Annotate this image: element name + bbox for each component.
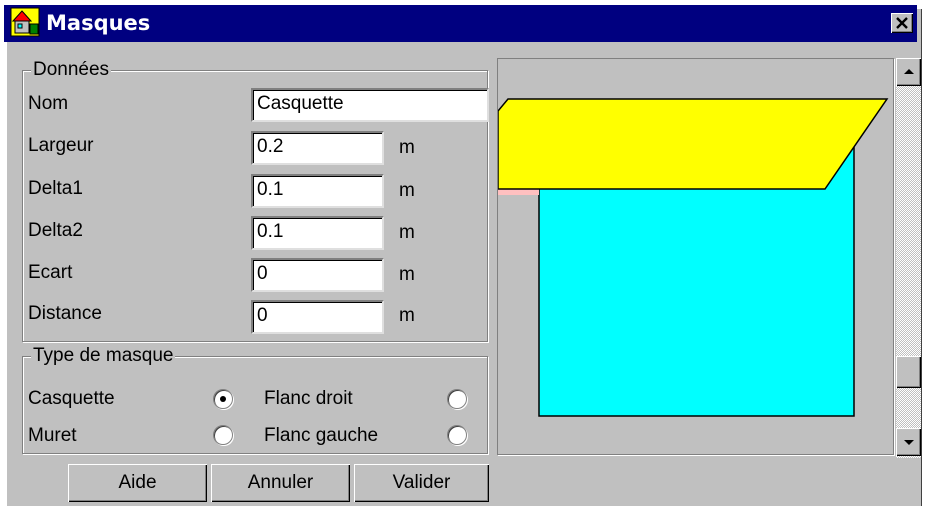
- app-icon: [10, 7, 40, 37]
- delta1-unit: m: [399, 180, 415, 201]
- mask-preview-drawing: [497, 98, 889, 417]
- nom-field[interactable]: Casquette: [251, 88, 489, 122]
- distance-unit: m: [399, 305, 415, 326]
- scroll-thumb[interactable]: [896, 356, 921, 388]
- largeur-label: Largeur: [28, 135, 94, 156]
- valider-button[interactable]: Valider: [354, 464, 489, 502]
- distance-field[interactable]: 0: [251, 300, 384, 334]
- delta2-unit: m: [399, 222, 415, 243]
- distance-label: Distance: [28, 303, 102, 324]
- close-button[interactable]: [891, 13, 913, 33]
- nom-label: Nom: [28, 93, 69, 114]
- preview-scrollbar[interactable]: [896, 58, 921, 458]
- type-masque-legend: Type de masque: [31, 345, 176, 367]
- ecart-unit: m: [399, 264, 415, 285]
- radio-flanc-gauche[interactable]: [447, 425, 467, 445]
- largeur-unit: m: [399, 137, 415, 158]
- largeur-field[interactable]: 0.2: [251, 131, 384, 165]
- window-title: Masques: [46, 11, 151, 35]
- radio-casquette[interactable]: [213, 389, 233, 409]
- scroll-down-icon: [904, 440, 914, 445]
- preview-panel: [497, 58, 894, 455]
- radio-label-flanc-droit: Flanc droit: [264, 388, 353, 409]
- scroll-up-icon: [904, 69, 914, 74]
- radio-label-flanc-gauche: Flanc gauche: [264, 425, 379, 446]
- annuler-button[interactable]: Annuler: [211, 464, 350, 502]
- delta2-field[interactable]: 0.1: [251, 216, 384, 250]
- casquette-visor-shape: [497, 98, 889, 190]
- delta1-field[interactable]: 0.1: [251, 174, 384, 208]
- donnees-legend: Données: [31, 59, 112, 81]
- radio-label-casquette: Casquette: [28, 388, 115, 409]
- delta2-label: Delta2: [28, 220, 83, 241]
- title-bar[interactable]: Masques: [4, 5, 917, 42]
- radio-flanc-droit[interactable]: [447, 389, 467, 409]
- scroll-down-button[interactable]: [896, 428, 921, 456]
- radio-label-muret: Muret: [28, 425, 77, 446]
- close-icon: [896, 17, 908, 29]
- ecart-field[interactable]: 0: [251, 258, 384, 292]
- ledge-left: [498, 189, 539, 195]
- aide-button[interactable]: Aide: [68, 464, 207, 502]
- radio-muret[interactable]: [213, 425, 233, 445]
- delta1-label: Delta1: [28, 178, 83, 199]
- ecart-label: Ecart: [28, 262, 73, 283]
- scroll-up-button[interactable]: [896, 58, 921, 86]
